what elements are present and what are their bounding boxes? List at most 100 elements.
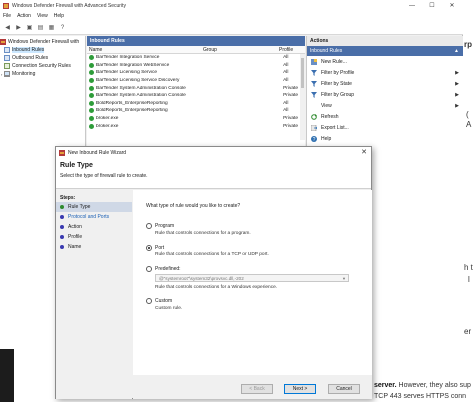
menu-view[interactable]: View (37, 13, 48, 19)
refresh-icon (311, 113, 317, 120)
table-row[interactable]: BarTender Licensing Service Discovery All (87, 77, 305, 85)
action-new-rule[interactable]: New Rule... (307, 56, 463, 67)
wizard-heading: Rule Type (60, 162, 93, 169)
table-row[interactable]: BarTender Integration WebService All (87, 62, 305, 70)
bg-text-fragment: ( (466, 110, 469, 119)
column-name[interactable]: Name (87, 47, 201, 53)
actions-section-inbound-rules[interactable]: Inbound Rules ▲ (307, 46, 463, 56)
submenu-arrow-icon: ▶ (455, 80, 459, 87)
radio-predefined[interactable] (146, 266, 152, 272)
rule-enabled-icon (89, 93, 94, 99)
action-filter-by-group[interactable]: Filter by Group ▶ (307, 89, 463, 100)
step-action: Action (56, 222, 132, 232)
minimize-button[interactable]: — (402, 0, 422, 11)
maximize-button[interactable]: ☐ (422, 0, 442, 11)
rules-scrollbar[interactable] (300, 54, 305, 140)
toolbar: ◀ ▶ ▣ ▤ ▦ ? (0, 21, 463, 35)
wizard-title-bar: New Inbound Rule Wizard ✕ (56, 147, 371, 158)
firewall-app-icon (3, 2, 9, 9)
help-toolbar-icon[interactable]: ? (58, 23, 67, 32)
cancel-button[interactable]: Cancel (328, 384, 360, 394)
menu-action[interactable]: Action (17, 13, 31, 19)
show-hide-tree-icon[interactable]: ▤ (36, 23, 45, 32)
submenu-arrow-icon: ▶ (455, 102, 459, 109)
radio-program[interactable] (146, 223, 152, 229)
step-name: Name (56, 242, 132, 252)
action-filter-by-profile[interactable]: Filter by Profile ▶ (307, 67, 463, 78)
tree-root[interactable]: Windows Defender Firewall with (0, 38, 85, 46)
scrollbar-thumb[interactable] (301, 58, 304, 88)
rule-name: broker.exe (96, 116, 119, 122)
rule-name: BarTender System Administration Console (96, 93, 186, 99)
option-program-desc: Rule that controls connections for a pro… (155, 231, 251, 236)
forward-arrow-icon[interactable]: ▶ (14, 23, 23, 32)
back-arrow-icon[interactable]: ◀ (3, 23, 12, 32)
bg-text-fragment: l (468, 275, 470, 284)
option-program[interactable]: Program (146, 223, 174, 229)
step-protocol-ports[interactable]: Protocol and Ports (56, 212, 132, 222)
action-refresh[interactable]: Refresh (307, 111, 463, 122)
action-export-list[interactable]: Export List... (307, 122, 463, 133)
bg-text-fragment: h t (464, 263, 473, 272)
column-group[interactable]: Group (201, 47, 277, 53)
action-filter-by-state[interactable]: Filter by State ▶ (307, 78, 463, 89)
table-row[interactable]: BarTender Integration Service All (87, 54, 305, 62)
tree-item-connection-security[interactable]: Connection Security Rules (0, 62, 85, 70)
action-view[interactable]: View ▶ (307, 100, 463, 111)
bg-text-fragment: rp (464, 40, 472, 49)
wizard-close-icon[interactable]: ✕ (361, 148, 367, 156)
rule-name: broker.exe (96, 123, 119, 129)
export-icon (311, 124, 317, 131)
rule-enabled-icon (89, 100, 94, 106)
tree-item-monitoring[interactable]: › Monitoring (0, 70, 85, 78)
step-bullet-icon (60, 205, 64, 209)
step-profile: Profile (56, 232, 132, 242)
radio-port[interactable] (146, 245, 152, 251)
window-title: Windows Defender Firewall with Advanced … (12, 2, 126, 9)
option-custom-desc: Custom rule. (155, 306, 183, 311)
predefined-select[interactable]: @"systemroot"\system32\provsvc.dll,-202 … (155, 274, 349, 282)
export-list-icon[interactable]: ▦ (47, 23, 56, 32)
option-custom[interactable]: Custom (146, 298, 172, 304)
table-row[interactable]: BarTender System Administration Console P… (87, 84, 305, 92)
rule-enabled-icon (89, 85, 94, 91)
menu-help[interactable]: Help (54, 13, 64, 19)
step-bullet-icon (60, 225, 64, 229)
back-button[interactable]: < Back (241, 384, 273, 394)
radio-custom[interactable] (146, 298, 152, 304)
table-row[interactable]: BoldReports_EnterpriseReporting All (87, 107, 305, 115)
rule-name: BarTender Integration WebService (96, 62, 170, 68)
wizard-header: Rule Type Select the type of firewall ru… (56, 158, 371, 189)
close-button[interactable]: ✕ (442, 0, 462, 11)
table-row[interactable]: BoldReports_EnterpriseReporting All (87, 100, 305, 108)
rule-enabled-icon (89, 70, 94, 76)
column-profile[interactable]: Profile (277, 47, 299, 53)
wizard-footer: < Back Next > Cancel (133, 375, 372, 399)
table-row[interactable]: BarTender Licensing Service All (87, 69, 305, 77)
rule-name: BarTender Licensing Service (96, 70, 158, 76)
up-folder-icon[interactable]: ▣ (25, 23, 34, 32)
option-predefined[interactable]: Predefined: (146, 266, 181, 272)
step-bullet-icon (60, 215, 64, 219)
option-port[interactable]: Port (146, 245, 164, 251)
table-row[interactable]: BarTender System Administration Console P… (87, 92, 305, 100)
title-bar: Windows Defender Firewall with Advanced … (0, 0, 463, 11)
wizard-steps: Steps: Rule Type Protocol and Ports Acti… (56, 190, 132, 399)
rules-list: BarTender Integration Service All BarTende… (87, 54, 305, 130)
collapse-arrow-icon[interactable]: ▲ (454, 48, 459, 54)
step-rule-type: Rule Type (56, 202, 132, 212)
svg-text:?: ? (313, 137, 316, 142)
tree-item-outbound-rules[interactable]: Outbound Rules (0, 54, 85, 62)
table-row[interactable]: broker.exe Private (87, 115, 305, 123)
next-button[interactable]: Next > (284, 384, 316, 394)
tree-item-inbound-rules[interactable]: Inbound Rules (0, 46, 85, 54)
dropdown-arrow-icon[interactable]: ▼ (342, 276, 346, 281)
wizard-subheading: Select the type of firewall rule to crea… (60, 173, 148, 179)
rule-name: BoldReports_EnterpriseReporting (96, 100, 168, 106)
rule-name: BoldReports_EnterpriseReporting (96, 108, 168, 114)
inbound-rules-icon (4, 47, 10, 53)
filter-icon (311, 91, 317, 98)
menu-file[interactable]: File (3, 13, 11, 19)
table-row[interactable]: broker.exe Private (87, 122, 305, 130)
action-help[interactable]: ? Help (307, 133, 463, 144)
